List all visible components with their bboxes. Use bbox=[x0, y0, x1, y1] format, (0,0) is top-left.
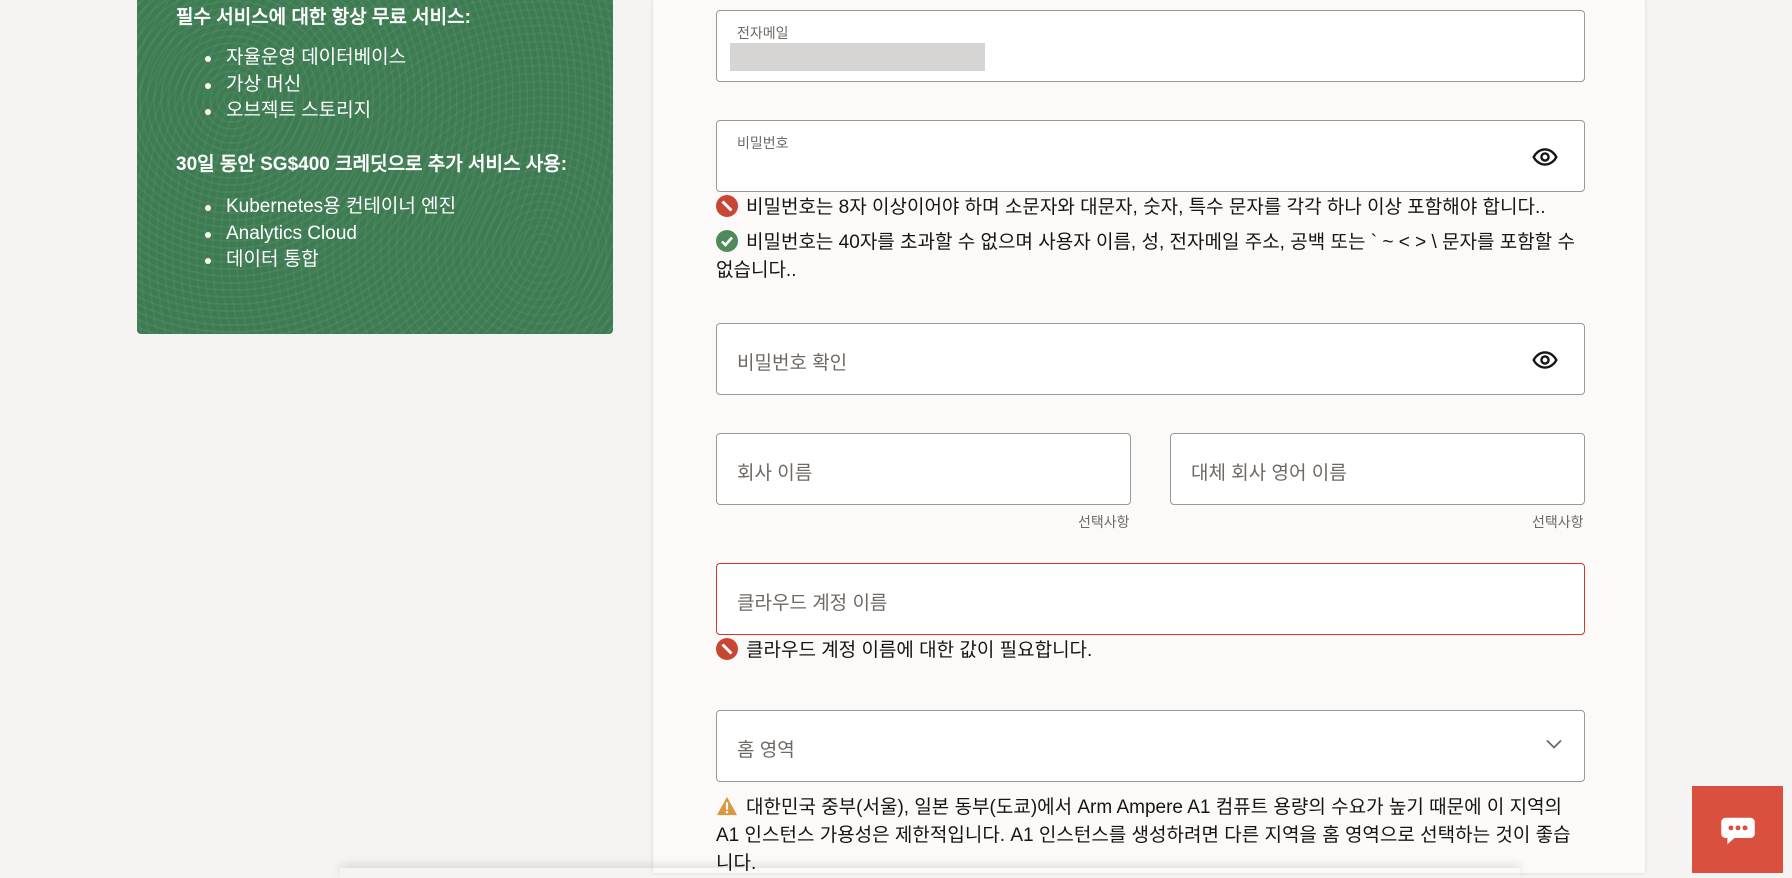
home-region-warning: 대한민국 중부(서울), 일본 동부(도쿄)에서 Arm Ampere A1 컴… bbox=[716, 794, 1588, 878]
home-region-select[interactable]: 홈 영역 bbox=[716, 710, 1585, 782]
password-rule-ok-text: 비밀번호는 40자를 초과할 수 없으며 사용자 이름, 성, 전자메일 주소,… bbox=[716, 232, 1575, 281]
chevron-down-icon bbox=[1546, 739, 1562, 749]
email-value-redacted bbox=[730, 43, 985, 71]
list-item: 가상 머신 bbox=[204, 72, 406, 99]
confirm-password-field[interactable]: 비밀번호 확인 bbox=[716, 323, 1585, 395]
alt-company-name-placeholder: 대체 회사 영어 이름 bbox=[1191, 463, 1347, 484]
password-field[interactable]: 비밀번호 bbox=[716, 120, 1585, 192]
error-icon bbox=[716, 195, 738, 217]
home-region-warning-text: 대한민국 중부(서울), 일본 동부(도쿄)에서 Arm Ampere A1 컴… bbox=[716, 797, 1571, 874]
confirm-password-placeholder: 비밀번호 확인 bbox=[737, 353, 848, 374]
list-item: Kubernetes용 컨테이너 엔진 bbox=[204, 194, 456, 221]
cloud-account-name-field[interactable]: 클라우드 계정 이름 bbox=[716, 563, 1585, 635]
list-item: 자율운영 데이터베이스 bbox=[204, 45, 406, 72]
list-item: Analytics Cloud bbox=[204, 221, 456, 248]
eye-icon[interactable] bbox=[1532, 144, 1558, 170]
alt-company-name-field[interactable]: 대체 회사 영어 이름 bbox=[1170, 433, 1585, 505]
cloud-account-name-error: 클라우드 계정 이름에 대한 값이 필요합니다. bbox=[716, 637, 1596, 665]
always-free-heading: 필수 서비스에 대한 항상 무료 서비스: bbox=[176, 7, 471, 28]
list-item: 데이터 통합 bbox=[204, 247, 456, 274]
company-name-optional-hint: 선택사항 bbox=[1078, 514, 1130, 530]
always-free-list: 자율운영 데이터베이스 가상 머신 오브젝트 스토리지 bbox=[204, 45, 406, 125]
password-rule-error-text: 비밀번호는 8자 이상이어야 하며 소문자와 대문자, 숫자, 특수 문자를 각… bbox=[746, 197, 1546, 218]
credit-list: Kubernetes용 컨테이너 엔진 Analytics Cloud 데이터 … bbox=[204, 194, 456, 274]
password-rule-error: 비밀번호는 8자 이상이어야 하며 소문자와 대문자, 숫자, 특수 문자를 각… bbox=[716, 194, 1596, 222]
company-name-placeholder: 회사 이름 bbox=[737, 463, 813, 484]
alt-company-name-optional-hint: 선택사항 bbox=[1532, 514, 1584, 530]
warning-icon bbox=[716, 796, 738, 816]
password-rule-ok: 비밀번호는 40자를 초과할 수 없으며 사용자 이름, 성, 전자메일 주소,… bbox=[716, 229, 1588, 285]
signup-form-panel: 전자메일 비밀번호 비밀번호는 8자 이상이어야 하며 소문자와 대문자, 숫자… bbox=[653, 0, 1645, 874]
email-field[interactable]: 전자메일 bbox=[716, 10, 1585, 82]
password-label: 비밀번호 bbox=[737, 135, 789, 151]
bottom-bar-shadow bbox=[340, 868, 1520, 878]
cloud-account-name-error-text: 클라우드 계정 이름에 대한 값이 필요합니다. bbox=[746, 640, 1093, 661]
check-icon bbox=[716, 230, 738, 252]
chat-icon bbox=[1721, 817, 1755, 845]
error-icon bbox=[716, 638, 738, 660]
home-region-placeholder: 홈 영역 bbox=[737, 740, 795, 761]
list-item: 오브젝트 스토리지 bbox=[204, 98, 406, 125]
credit-heading: 30일 동안 SG$400 크레딧으로 추가 서비스 사용: bbox=[176, 154, 568, 175]
chat-button[interactable] bbox=[1692, 786, 1783, 873]
cloud-account-name-placeholder: 클라우드 계정 이름 bbox=[737, 593, 888, 614]
email-label: 전자메일 bbox=[737, 25, 789, 41]
company-name-field[interactable]: 회사 이름 bbox=[716, 433, 1131, 505]
promo-card: 필수 서비스에 대한 항상 무료 서비스: 자율운영 데이터베이스 가상 머신 … bbox=[137, 0, 613, 334]
eye-icon[interactable] bbox=[1532, 347, 1558, 373]
